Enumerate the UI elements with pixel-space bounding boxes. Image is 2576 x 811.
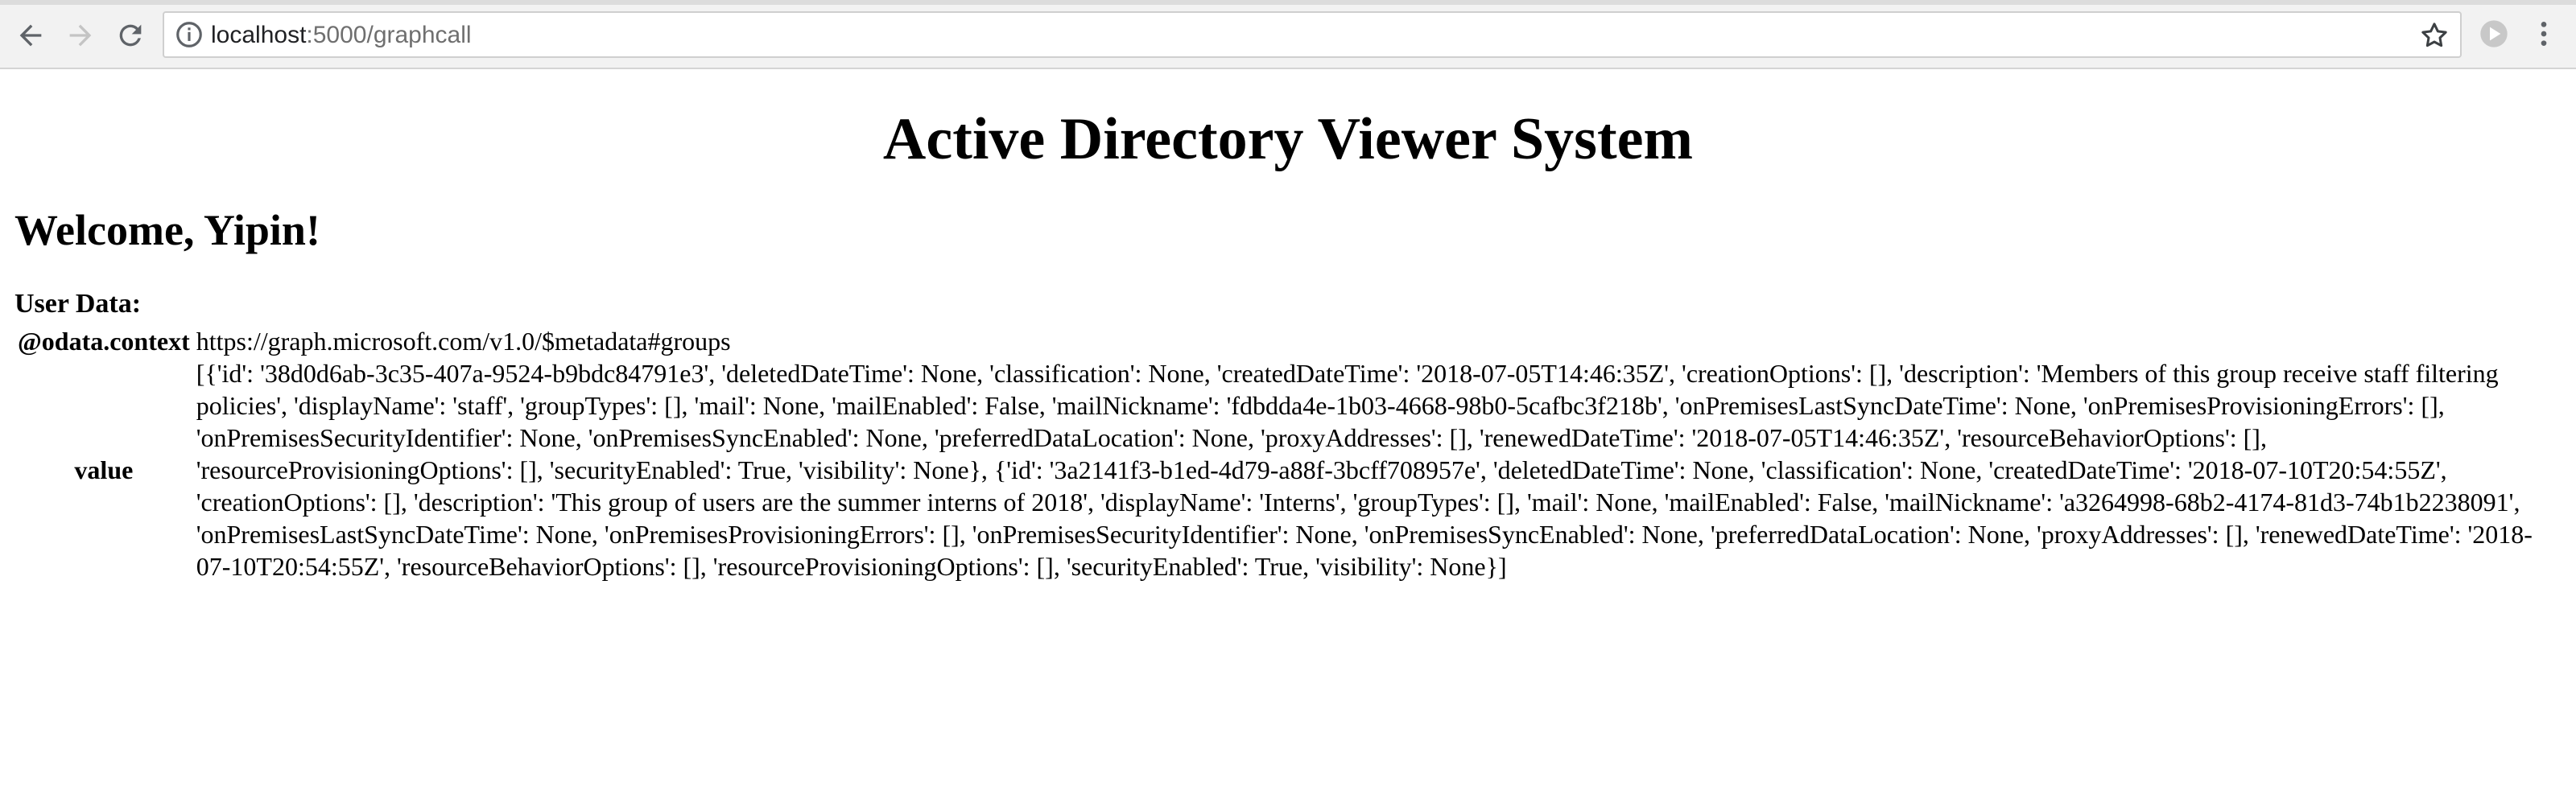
reload-button[interactable] bbox=[111, 16, 150, 55]
address-bar[interactable]: localhost:5000/graphcall bbox=[163, 11, 2462, 58]
extension-icon[interactable] bbox=[2478, 18, 2510, 50]
url-path: :5000/graphcall bbox=[306, 22, 472, 48]
table-row: @odata.context https://graph.microsoft.c… bbox=[14, 325, 2558, 357]
user-data-table: @odata.context https://graph.microsoft.c… bbox=[14, 325, 2558, 583]
url-host: localhost bbox=[211, 22, 307, 48]
tab-strip bbox=[0, 0, 2576, 5]
address-url[interactable]: localhost:5000/graphcall bbox=[211, 19, 472, 51]
forward-button[interactable] bbox=[61, 16, 100, 55]
page-content: Active Directory Viewer System Welcome, … bbox=[0, 69, 2576, 811]
arrow-right-icon bbox=[69, 24, 92, 47]
vertical-dots-icon[interactable] bbox=[2528, 18, 2560, 50]
user-data-label: User Data: bbox=[14, 289, 142, 319]
arrow-left-icon bbox=[19, 24, 42, 47]
row-key: @odata.context bbox=[18, 327, 190, 356]
row-value: [{'id': '38d0d6ab-3c35-407a-9524-b9bdc84… bbox=[196, 359, 2533, 581]
row-key: value bbox=[74, 455, 134, 484]
row-value: https://graph.microsoft.com/v1.0/$metada… bbox=[196, 327, 731, 356]
browser-toolbar: localhost:5000/graphcall bbox=[0, 0, 2576, 69]
back-button[interactable] bbox=[11, 16, 50, 55]
info-icon[interactable] bbox=[174, 19, 204, 50]
table-row: value [{'id': '38d0d6ab-3c35-407a-9524-b… bbox=[14, 357, 2558, 583]
page-title: Active Directory Viewer System bbox=[882, 106, 1694, 172]
reload-icon bbox=[119, 24, 142, 47]
star-icon[interactable] bbox=[2418, 19, 2450, 51]
welcome-heading: Welcome, Yipin! bbox=[14, 206, 320, 254]
